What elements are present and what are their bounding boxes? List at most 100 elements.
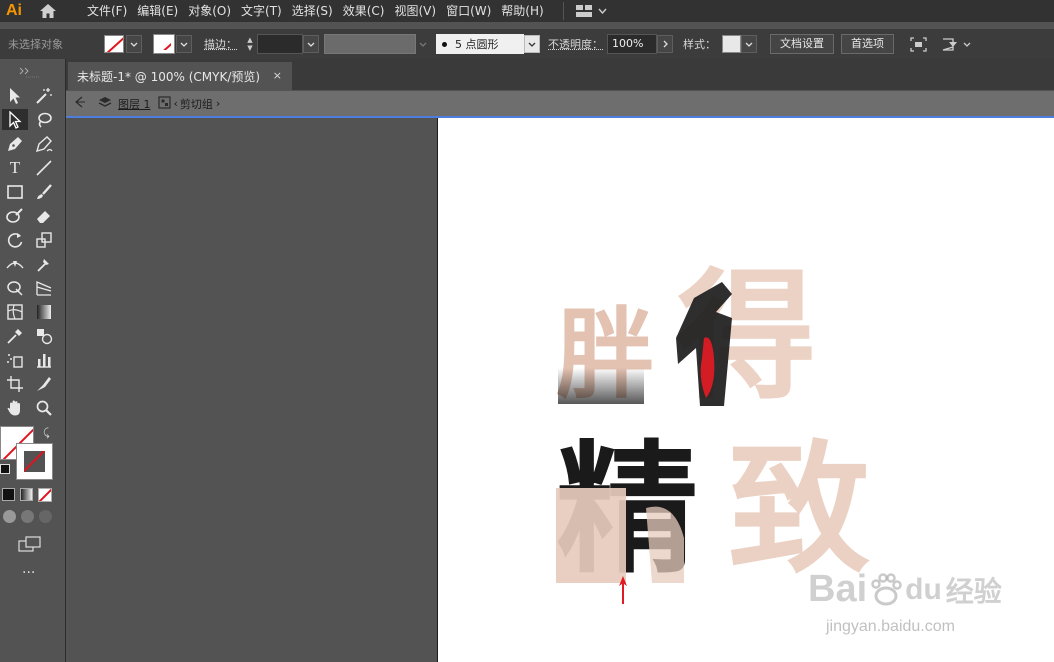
main-menu: 文件(F) 编辑(E) 对象(O) 文字(T) 选择(S) 效果(C) 视图(V… xyxy=(82,0,549,22)
panel-grip[interactable] xyxy=(0,59,65,85)
slice-tool-icon[interactable] xyxy=(31,373,57,394)
app-logo: Ai xyxy=(6,2,22,19)
mesh-tool-icon[interactable] xyxy=(2,301,28,322)
chevron-down-icon xyxy=(180,42,188,47)
control-bar: 未选择对象 描边： ▲ ▼ 5 点圆形 不透明度： 100% 样式： 文档设置 首… xyxy=(0,29,1054,59)
brush-dropdown[interactable] xyxy=(524,35,540,53)
direct-selection-tool-icon[interactable] xyxy=(2,109,28,130)
paintbrush-tool-icon[interactable] xyxy=(31,181,57,202)
none-mode-icon[interactable] xyxy=(38,488,52,502)
document-setup-button[interactable]: 文档设置 xyxy=(770,34,834,54)
graphic-style-dropdown[interactable] xyxy=(741,35,757,53)
brush-label: 5 点圆形 xyxy=(455,38,499,51)
opacity-dropdown[interactable] xyxy=(657,35,673,53)
stroke-weight-dropdown[interactable] xyxy=(303,35,319,53)
document-tab[interactable]: 未标题-1* @ 100% (CMYK/预览) × xyxy=(68,62,292,90)
stroke-box[interactable] xyxy=(16,443,53,480)
draw-normal-icon[interactable] xyxy=(3,510,16,523)
stroke-label[interactable]: 描边： xyxy=(204,36,237,52)
chevron-down-icon xyxy=(419,42,427,47)
glyph-jing-photo-overlay xyxy=(556,488,684,583)
document-tab-bar: 未标题-1* @ 100% (CMYK/预览) × xyxy=(66,59,1054,90)
screen-mode-icon[interactable] xyxy=(18,536,65,555)
artboard-tool-icon[interactable] xyxy=(2,373,28,394)
selection-tool-icon[interactable] xyxy=(2,85,28,106)
menu-effect[interactable]: 效果(C) xyxy=(338,0,390,22)
menu-select[interactable]: 选择(S) xyxy=(287,0,338,22)
back-arrow-icon[interactable] xyxy=(74,96,86,111)
gradient-tool-icon[interactable] xyxy=(31,301,57,322)
eyedropper-tool-icon[interactable] xyxy=(2,325,28,346)
pasteboard[interactable] xyxy=(66,118,437,662)
draw-inside-icon[interactable] xyxy=(39,510,52,523)
stroke-weight-stepper[interactable]: ▲ ▼ xyxy=(243,34,257,54)
shape-builder-tool-icon[interactable] xyxy=(2,277,28,298)
shaper-tool-icon[interactable] xyxy=(2,205,28,226)
type-tool-icon[interactable]: T xyxy=(2,157,28,178)
graphic-style-swatch[interactable] xyxy=(722,35,741,53)
menu-file[interactable]: 文件(F) xyxy=(82,0,132,22)
workspace-switcher[interactable] xyxy=(562,2,607,20)
tools-panel: T ⤹ ··· xyxy=(0,59,66,662)
pen-tool-icon[interactable] xyxy=(2,133,28,154)
breadcrumb-layer[interactable]: 图层 1 xyxy=(118,96,151,112)
gradient-mode-icon[interactable] xyxy=(20,488,33,501)
width-tool-icon[interactable] xyxy=(2,253,28,274)
magic-wand-icon[interactable] xyxy=(31,85,57,106)
lasso-tool-icon[interactable] xyxy=(31,109,57,130)
artboard[interactable]: 胖 得 精 致 Bai du 经验 jingyan.baidu.com xyxy=(437,118,1054,662)
arrange-documents-icon[interactable] xyxy=(941,37,971,52)
menu-object[interactable]: 对象(O) xyxy=(183,0,236,22)
opacity-label[interactable]: 不透明度： xyxy=(548,36,603,52)
blend-tool-icon[interactable] xyxy=(31,325,57,346)
draw-behind-icon[interactable] xyxy=(21,510,34,523)
eraser-tool-icon[interactable] xyxy=(31,205,57,226)
stroke-swatch[interactable] xyxy=(153,34,175,54)
menu-type[interactable]: 文字(T) xyxy=(236,0,287,22)
stroke-weight-input[interactable] xyxy=(257,34,303,54)
baidu-watermark: Bai du 经验 xyxy=(808,568,1002,611)
align-icon[interactable] xyxy=(910,36,927,52)
glyph-zhi[interactable]: 致 xyxy=(728,440,870,582)
color-mode-buttons xyxy=(2,488,65,502)
symbol-sprayer-tool-icon[interactable] xyxy=(2,349,28,370)
brush-definition[interactable]: 5 点圆形 xyxy=(436,34,524,54)
hand-tool-icon[interactable] xyxy=(2,397,28,418)
perspective-grid-tool-icon[interactable] xyxy=(31,277,57,298)
rotate-tool-icon[interactable] xyxy=(2,229,28,250)
menu-edit[interactable]: 编辑(E) xyxy=(132,0,183,22)
fill-swatch[interactable] xyxy=(104,35,124,53)
default-fill-stroke-icon[interactable] xyxy=(0,464,10,474)
curvature-tool-icon[interactable] xyxy=(31,133,57,154)
puppet-warp-tool-icon[interactable] xyxy=(31,253,57,274)
opacity-input[interactable]: 100% xyxy=(607,34,657,54)
fill-stroke-widget: ⤹ xyxy=(0,426,65,488)
menu-help[interactable]: 帮助(H) xyxy=(496,0,548,22)
rectangle-tool-icon[interactable] xyxy=(2,181,28,202)
breadcrumb-group[interactable]: 剪切组 xyxy=(180,96,213,112)
menu-window[interactable]: 窗口(W) xyxy=(441,0,496,22)
fill-dropdown[interactable] xyxy=(126,35,142,53)
home-icon[interactable] xyxy=(36,0,60,22)
stroke-dropdown[interactable] xyxy=(176,35,192,53)
glyph-pang[interactable]: 胖 xyxy=(556,306,654,404)
variable-width-profile[interactable] xyxy=(324,34,416,54)
document-tab-title: 未标题-1* @ 100% (CMYK/预览) xyxy=(77,69,261,84)
brush-dot-icon xyxy=(442,41,447,47)
scale-tool-icon[interactable] xyxy=(31,229,57,250)
variable-width-dropdown[interactable] xyxy=(416,35,430,53)
column-graph-tool-icon[interactable] xyxy=(31,349,57,370)
color-mode-icon[interactable] xyxy=(2,488,15,501)
chevron-down-icon xyxy=(307,42,315,47)
menu-view[interactable]: 视图(V) xyxy=(389,0,441,22)
line-segment-tool-icon[interactable] xyxy=(31,157,57,178)
preferences-button[interactable]: 首选项 xyxy=(841,34,894,54)
chevron-right-icon xyxy=(663,40,668,48)
close-icon[interactable]: × xyxy=(273,69,282,82)
more-tools-button[interactable]: ··· xyxy=(22,565,65,581)
zoom-tool-icon[interactable] xyxy=(31,397,57,418)
chevron-down-icon xyxy=(598,8,607,14)
paw-icon xyxy=(871,572,902,605)
swap-fill-stroke-icon[interactable]: ⤹ xyxy=(43,426,50,440)
draw-mode-buttons xyxy=(3,510,65,523)
